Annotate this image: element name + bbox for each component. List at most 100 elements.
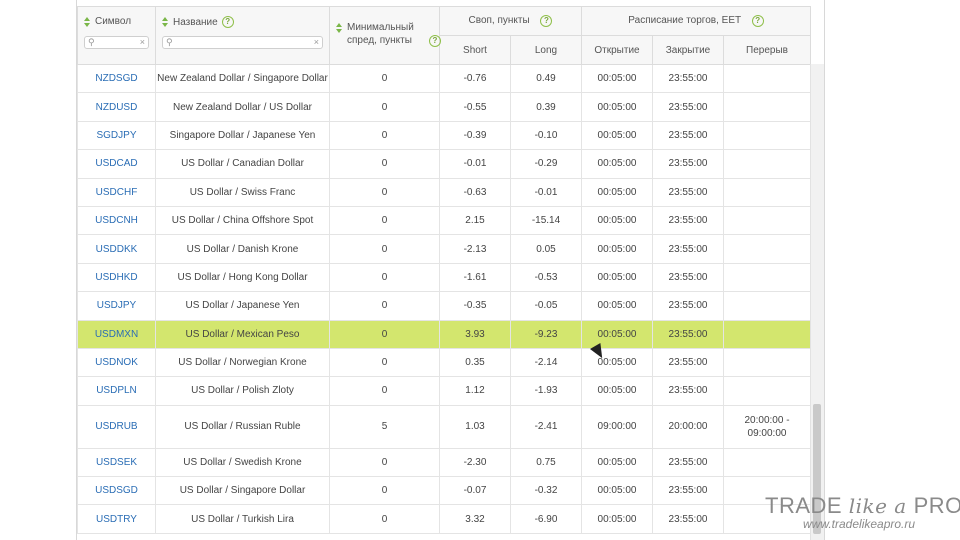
sort-icon[interactable] <box>336 23 343 33</box>
short-cell: -0.55 <box>439 92 511 122</box>
search-icon: ⚲ <box>166 37 173 47</box>
symbol-cell[interactable]: USDMXN <box>77 319 156 349</box>
long-cell: -0.32 <box>510 476 582 506</box>
spread-cell: 5 <box>329 404 440 449</box>
help-icon[interactable]: ? <box>540 15 553 27</box>
help-icon[interactable]: ? <box>751 15 764 27</box>
table-row[interactable]: USDTRY US Dollar / Turkish Lira 0 3.32 -… <box>77 504 812 534</box>
long-cell: -15.14 <box>510 205 582 236</box>
symbol-cell[interactable]: USDJPY <box>77 291 156 321</box>
name-cell: US Dollar / Polish Zloty <box>155 376 330 406</box>
vertical-scrollbar[interactable] <box>810 64 824 540</box>
table-row[interactable]: SGDJPY Singapore Dollar / Japanese Yen 0… <box>77 120 812 151</box>
header-short[interactable]: Short <box>439 35 511 65</box>
symbol-link[interactable]: NZDSGD <box>95 73 137 84</box>
sort-icon[interactable] <box>84 16 91 27</box>
breaks-cell <box>722 291 812 321</box>
header-min-spread[interactable]: Минимальный спред, пункты ? <box>329 6 441 65</box>
header-symbol[interactable]: Символ ⚲ × <box>77 6 156 65</box>
symbol-link[interactable]: USDPLN <box>96 385 137 396</box>
clear-icon[interactable]: × <box>314 37 319 48</box>
header-breaks[interactable]: Перерыв <box>722 35 812 65</box>
table-row[interactable]: USDSGD US Dollar / Singapore Dollar 0 -0… <box>77 476 812 506</box>
header-min-spread-label: Минимальный спред, пункты <box>347 22 414 46</box>
header-swap: Своп, пункты ? <box>439 6 582 36</box>
clear-icon[interactable]: × <box>140 37 145 48</box>
header-long[interactable]: Long <box>510 35 582 65</box>
symbol-link[interactable]: USDJPY <box>97 300 136 311</box>
symbol-link[interactable]: USDDKK <box>96 244 138 255</box>
symbol-link[interactable]: USDNOK <box>95 357 138 368</box>
symbol-link[interactable]: USDHKD <box>95 272 137 283</box>
close-cell: 23:55:00 <box>652 347 724 378</box>
table-row[interactable]: NZDSGD New Zealand Dollar / Singapore Do… <box>77 63 812 94</box>
breaks-cell <box>722 234 812 264</box>
symbol-cell[interactable]: USDNOK <box>77 347 156 378</box>
help-icon[interactable]: ? <box>429 35 441 47</box>
symbol-cell[interactable]: USDTRY <box>77 504 156 534</box>
table-row[interactable]: NZDUSD New Zealand Dollar / US Dollar 0 … <box>77 92 812 122</box>
symbol-link[interactable]: USDSGD <box>95 485 138 496</box>
table-row[interactable]: USDHKD US Dollar / Hong Kong Dollar 0 -1… <box>77 262 812 293</box>
symbol-cell[interactable]: USDCNH <box>77 205 156 236</box>
symbol-filter-input[interactable]: ⚲ × <box>84 35 149 49</box>
symbol-cell[interactable]: USDCHF <box>77 177 156 207</box>
watermark: TRADE like a PRO www.tradelikeapro.ru <box>765 493 960 531</box>
symbol-cell[interactable]: SGDJPY <box>77 120 156 151</box>
open-cell: 00:05:00 <box>581 319 653 349</box>
table-row-highlighted[interactable]: USDMXN US Dollar / Mexican Peso 0 3.93 -… <box>77 319 812 349</box>
header-schedule-label: Расписание торгов, EET <box>628 15 741 26</box>
symbol-cell[interactable]: USDDKK <box>77 234 156 264</box>
table-row[interactable]: USDDKK US Dollar / Danish Krone 0 -2.13 … <box>77 234 812 264</box>
name-filter-input[interactable]: ⚲ × <box>162 36 323 49</box>
short-cell: -1.61 <box>439 262 511 293</box>
long-cell: -6.90 <box>510 504 582 534</box>
open-cell: 00:05:00 <box>581 376 653 406</box>
close-cell: 23:55:00 <box>652 92 724 122</box>
spread-cell: 0 <box>329 319 440 349</box>
symbol-cell[interactable]: USDSEK <box>77 447 156 478</box>
symbol-link[interactable]: USDTRY <box>96 514 137 525</box>
short-cell: -0.07 <box>439 476 511 506</box>
symbol-cell[interactable]: USDHKD <box>77 262 156 293</box>
symbol-link[interactable]: USDCAD <box>95 158 137 169</box>
header-schedule: Расписание торгов, EET ? <box>580 6 812 36</box>
symbol-link[interactable]: USDSEK <box>96 457 137 468</box>
table-row[interactable]: USDSEK US Dollar / Swedish Krone 0 -2.30… <box>77 447 812 478</box>
header-open[interactable]: Открытие <box>581 35 653 65</box>
table-row[interactable]: USDPLN US Dollar / Polish Zloty 0 1.12 -… <box>77 376 812 406</box>
table-row[interactable]: USDNOK US Dollar / Norwegian Krone 0 0.3… <box>77 347 812 378</box>
close-cell: 23:55:00 <box>652 319 724 349</box>
open-cell: 00:05:00 <box>581 262 653 293</box>
symbol-cell[interactable]: NZDSGD <box>77 63 156 94</box>
header-close[interactable]: Закрытие <box>652 35 724 65</box>
long-cell: -9.23 <box>510 319 582 349</box>
symbol-link[interactable]: NZDUSD <box>96 102 138 113</box>
table-row[interactable]: USDCHF US Dollar / Swiss Franc 0 -0.63 -… <box>77 177 812 207</box>
breaks-cell <box>722 120 812 151</box>
symbol-cell[interactable]: USDSGD <box>77 476 156 506</box>
symbol-link[interactable]: USDCHF <box>96 187 138 198</box>
table-row[interactable]: USDRUB US Dollar / Russian Ruble 5 1.03 … <box>77 404 812 449</box>
long-cell: -2.14 <box>510 347 582 378</box>
watermark-url: www.tradelikeapro.ru <box>803 517 916 531</box>
symbol-cell[interactable]: NZDUSD <box>77 92 156 122</box>
spread-cell: 0 <box>329 262 440 293</box>
symbol-cell[interactable]: USDRUB <box>77 404 156 449</box>
sort-icon[interactable] <box>162 17 169 27</box>
symbol-cell[interactable]: USDPLN <box>77 376 156 406</box>
name-cell: US Dollar / Turkish Lira <box>155 504 330 534</box>
name-cell: US Dollar / Japanese Yen <box>155 291 330 321</box>
symbol-cell[interactable]: USDCAD <box>77 149 156 179</box>
watermark-like: like <box>848 494 888 518</box>
symbol-link[interactable]: SGDJPY <box>96 130 136 141</box>
symbol-link[interactable]: USDMXN <box>95 329 138 340</box>
table-row[interactable]: USDJPY US Dollar / Japanese Yen 0 -0.35 … <box>77 291 812 321</box>
help-icon[interactable]: ? <box>221 16 234 28</box>
table-row[interactable]: USDCNH US Dollar / China Offshore Spot 0… <box>77 205 812 236</box>
symbol-link[interactable]: USDRUB <box>95 421 137 432</box>
header-name[interactable]: Название ? ⚲ × <box>155 6 330 65</box>
spread-cell: 0 <box>329 291 440 321</box>
symbol-link[interactable]: USDCNH <box>95 215 138 226</box>
table-row[interactable]: USDCAD US Dollar / Canadian Dollar 0 -0.… <box>77 149 812 179</box>
